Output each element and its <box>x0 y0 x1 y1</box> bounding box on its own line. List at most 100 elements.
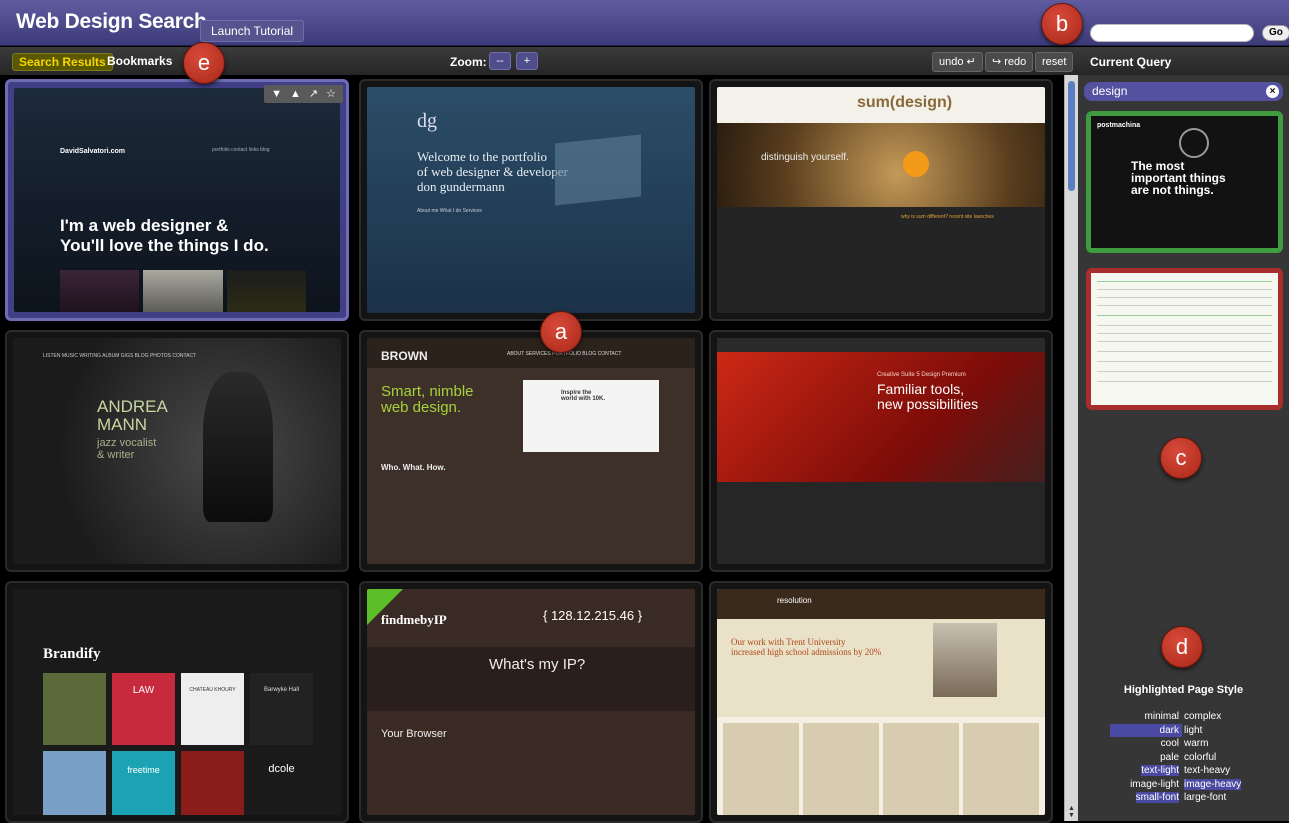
undo-button[interactable]: undo ↵ <box>932 52 983 72</box>
style-high-label: colorful <box>1184 751 1217 763</box>
close-icon[interactable]: × <box>1266 85 1279 98</box>
style-row: dark light <box>1110 723 1252 737</box>
thumbnail-logo: freetime <box>112 750 175 815</box>
thumbnail-ornament <box>1179 128 1209 158</box>
style-low-label: minimal <box>1144 711 1179 722</box>
highlighted-page-style-title: Highlighted Page Style <box>1123 684 1244 696</box>
bookmark-star-icon[interactable]: ☆ <box>326 85 336 103</box>
zoom-out-button[interactable]: -- <box>489 52 511 70</box>
reset-button[interactable]: reset <box>1035 52 1074 72</box>
style-row: minimal complex <box>1110 710 1252 724</box>
query-term: design <box>1092 84 1128 98</box>
thumbnail-nav: About me What I do Services <box>417 208 482 214</box>
thumbnail-title: The most important things are not things… <box>1131 159 1226 197</box>
marker-d: d <box>1161 626 1203 668</box>
query-term-chip[interactable]: design × <box>1084 82 1283 101</box>
page-thumbnail <box>1091 273 1278 405</box>
thumbnail-nav: LISTEN MUSIC WRITING ALBUM GIGS BLOG PHO… <box>43 353 197 359</box>
thumbnail-gallery <box>60 270 306 312</box>
style-low-value: text-light <box>1141 765 1179 776</box>
page-thumbnail: DavidSalvatori.com portfolio contact lin… <box>14 88 340 312</box>
style-attributes: minimal complex dark light cool warm pale co… <box>1110 710 1252 805</box>
result-tile[interactable]: dg Welcome to the portfolio of web desig… <box>359 79 703 321</box>
page-thumbnail: findmebyIP { 128.12.215.46 } What's my I… <box>367 589 695 815</box>
thumbnail-brand: sum(design) <box>857 94 953 111</box>
result-tile[interactable]: LISTEN MUSIC WRITING ALBUM GIGS BLOG PHO… <box>5 330 349 572</box>
thumbnail-header <box>717 338 1045 352</box>
style-row: text-light text-heavy <box>1110 764 1252 778</box>
negative-example-thumbnail[interactable] <box>1086 268 1283 410</box>
result-tile[interactable]: resolution Our work with Trent Universit… <box>709 581 1053 823</box>
thumbnail-brand: DavidSalvatori.com <box>60 148 125 155</box>
result-tile[interactable]: findmebyIP { 128.12.215.46 } What's my I… <box>359 581 703 823</box>
marker-a: a <box>540 311 582 353</box>
page-thumbnail: LISTEN MUSIC WRITING ALBUM GIGS BLOG PHO… <box>13 338 341 564</box>
page-thumbnail: dg Welcome to the portfolio of web desig… <box>367 87 695 313</box>
style-row: pale colorful <box>1110 751 1252 765</box>
open-link-icon[interactable]: ↗ <box>309 85 318 103</box>
thumbnail-title: distinguish yourself. <box>761 152 849 163</box>
zoom-label: Zoom: <box>450 55 487 69</box>
thumbnail-brand: resolution <box>777 596 812 605</box>
style-high-label: image-heavy <box>1182 778 1252 792</box>
thumbnail-brand: postmachina <box>1097 122 1141 129</box>
thumbnail-title: Welcome to the portfolio of web designer… <box>417 149 568 194</box>
thumbnail-title: Brandify <box>43 646 101 662</box>
thumbnail-header <box>717 589 1045 619</box>
thumbnail-title: Smart, nimble web design. <box>381 383 474 416</box>
style-high-label: large-font <box>1184 792 1227 803</box>
go-button[interactable]: Go <box>1262 25 1289 41</box>
result-tile[interactable]: ▼ ▲ ↗ ☆ DavidSalvatori.com portfolio con… <box>5 79 349 321</box>
style-low-value: small-font <box>1135 792 1179 803</box>
thumbnail-logo-grid: LAW CHATEAU KHOURY Barwyke Hall freetime… <box>43 673 313 815</box>
thumbnail-logo: Barwyke Hall <box>250 673 313 745</box>
style-low-label: small-font <box>1110 791 1182 805</box>
tab-search-results[interactable]: Search Results <box>12 53 113 71</box>
thumbs-down-icon[interactable]: ▼ <box>271 85 282 103</box>
current-query-label: Current Query <box>1090 55 1172 69</box>
style-low-label: dark <box>1110 723 1182 737</box>
thumbnail-people-image <box>933 623 997 697</box>
thumbs-up-icon[interactable]: ▲ <box>290 85 301 103</box>
thumbnail-title: Our work with Trent University increased… <box>731 637 882 657</box>
style-low-label: text-light <box>1110 764 1182 778</box>
positive-example-thumbnail[interactable]: postmachina The most important things ar… <box>1086 111 1283 253</box>
app-header: Web Design Search Launch Tutorial Go <box>0 0 1289 46</box>
thumbnail-brand: dg <box>417 110 437 132</box>
new-ribbon <box>367 589 403 625</box>
thumbnail-subtitle: Creative Suite 5 Design Premium <box>877 372 966 378</box>
results-grid: ▼ ▲ ↗ ☆ DavidSalvatori.com portfolio con… <box>0 75 1064 823</box>
thumbnail-ip: { 128.12.215.46 } <box>543 608 643 623</box>
result-tile[interactable]: BROWN ABOUT SERVICES PORTFOLIO BLOG CONT… <box>359 330 703 572</box>
thumbnail-subtitle: Who. What. How. <box>381 463 446 472</box>
thumbnail-title: ANDREA MANN <box>97 397 168 434</box>
thumbnail-title: What's my IP? <box>489 656 586 673</box>
thumbnail-title: I'm a web designer & You'll love the thi… <box>60 216 269 255</box>
thumbnail-portrait <box>203 372 273 522</box>
scroll-arrows-icon[interactable]: ▲ ▼ <box>1068 805 1075 819</box>
redo-button[interactable]: ↪ redo <box>985 52 1034 72</box>
style-high-value: image-heavy <box>1184 778 1242 790</box>
page-thumbnail: postmachina The most important things ar… <box>1091 116 1278 248</box>
thumbnail-logo: LAW <box>112 673 175 745</box>
result-tile[interactable]: Creative Suite 5 Design Premium Familiar… <box>709 330 1053 572</box>
thumbnail-logo: dcole <box>250 750 313 815</box>
page-thumbnail: resolution Our work with Trent Universit… <box>717 589 1045 815</box>
thumbnail-nav: portfolio contact links blog <box>212 147 270 153</box>
page-thumbnail: sum(design) distinguish yourself. why is… <box>717 87 1045 313</box>
tab-bookmarks[interactable]: Bookmarks <box>107 53 172 69</box>
marker-c: c <box>1160 437 1202 479</box>
tile-actions: ▼ ▲ ↗ ☆ <box>264 85 343 103</box>
result-tile[interactable]: Brandify LAW CHATEAU KHOURY Barwyke Hall… <box>5 581 349 823</box>
style-high-label: complex <box>1184 711 1222 722</box>
thumbnail-feature-text: Inspire the world with 10K. <box>561 390 606 403</box>
scroll-thumb[interactable] <box>1068 81 1075 191</box>
launch-tutorial-button[interactable]: Launch Tutorial <box>200 20 305 42</box>
result-tile[interactable]: sum(design) distinguish yourself. why is… <box>709 79 1053 321</box>
style-low-label: image-light <box>1130 778 1179 790</box>
search-input[interactable] <box>1090 24 1254 42</box>
thumbnail-subtitle: jazz vocalist & writer <box>97 437 157 461</box>
zoom-in-button[interactable]: + <box>516 52 538 70</box>
results-scrollbar[interactable]: ▲ ▼ <box>1064 75 1078 821</box>
thumbnail-nav: why is sum different? recent site launch… <box>901 214 994 220</box>
